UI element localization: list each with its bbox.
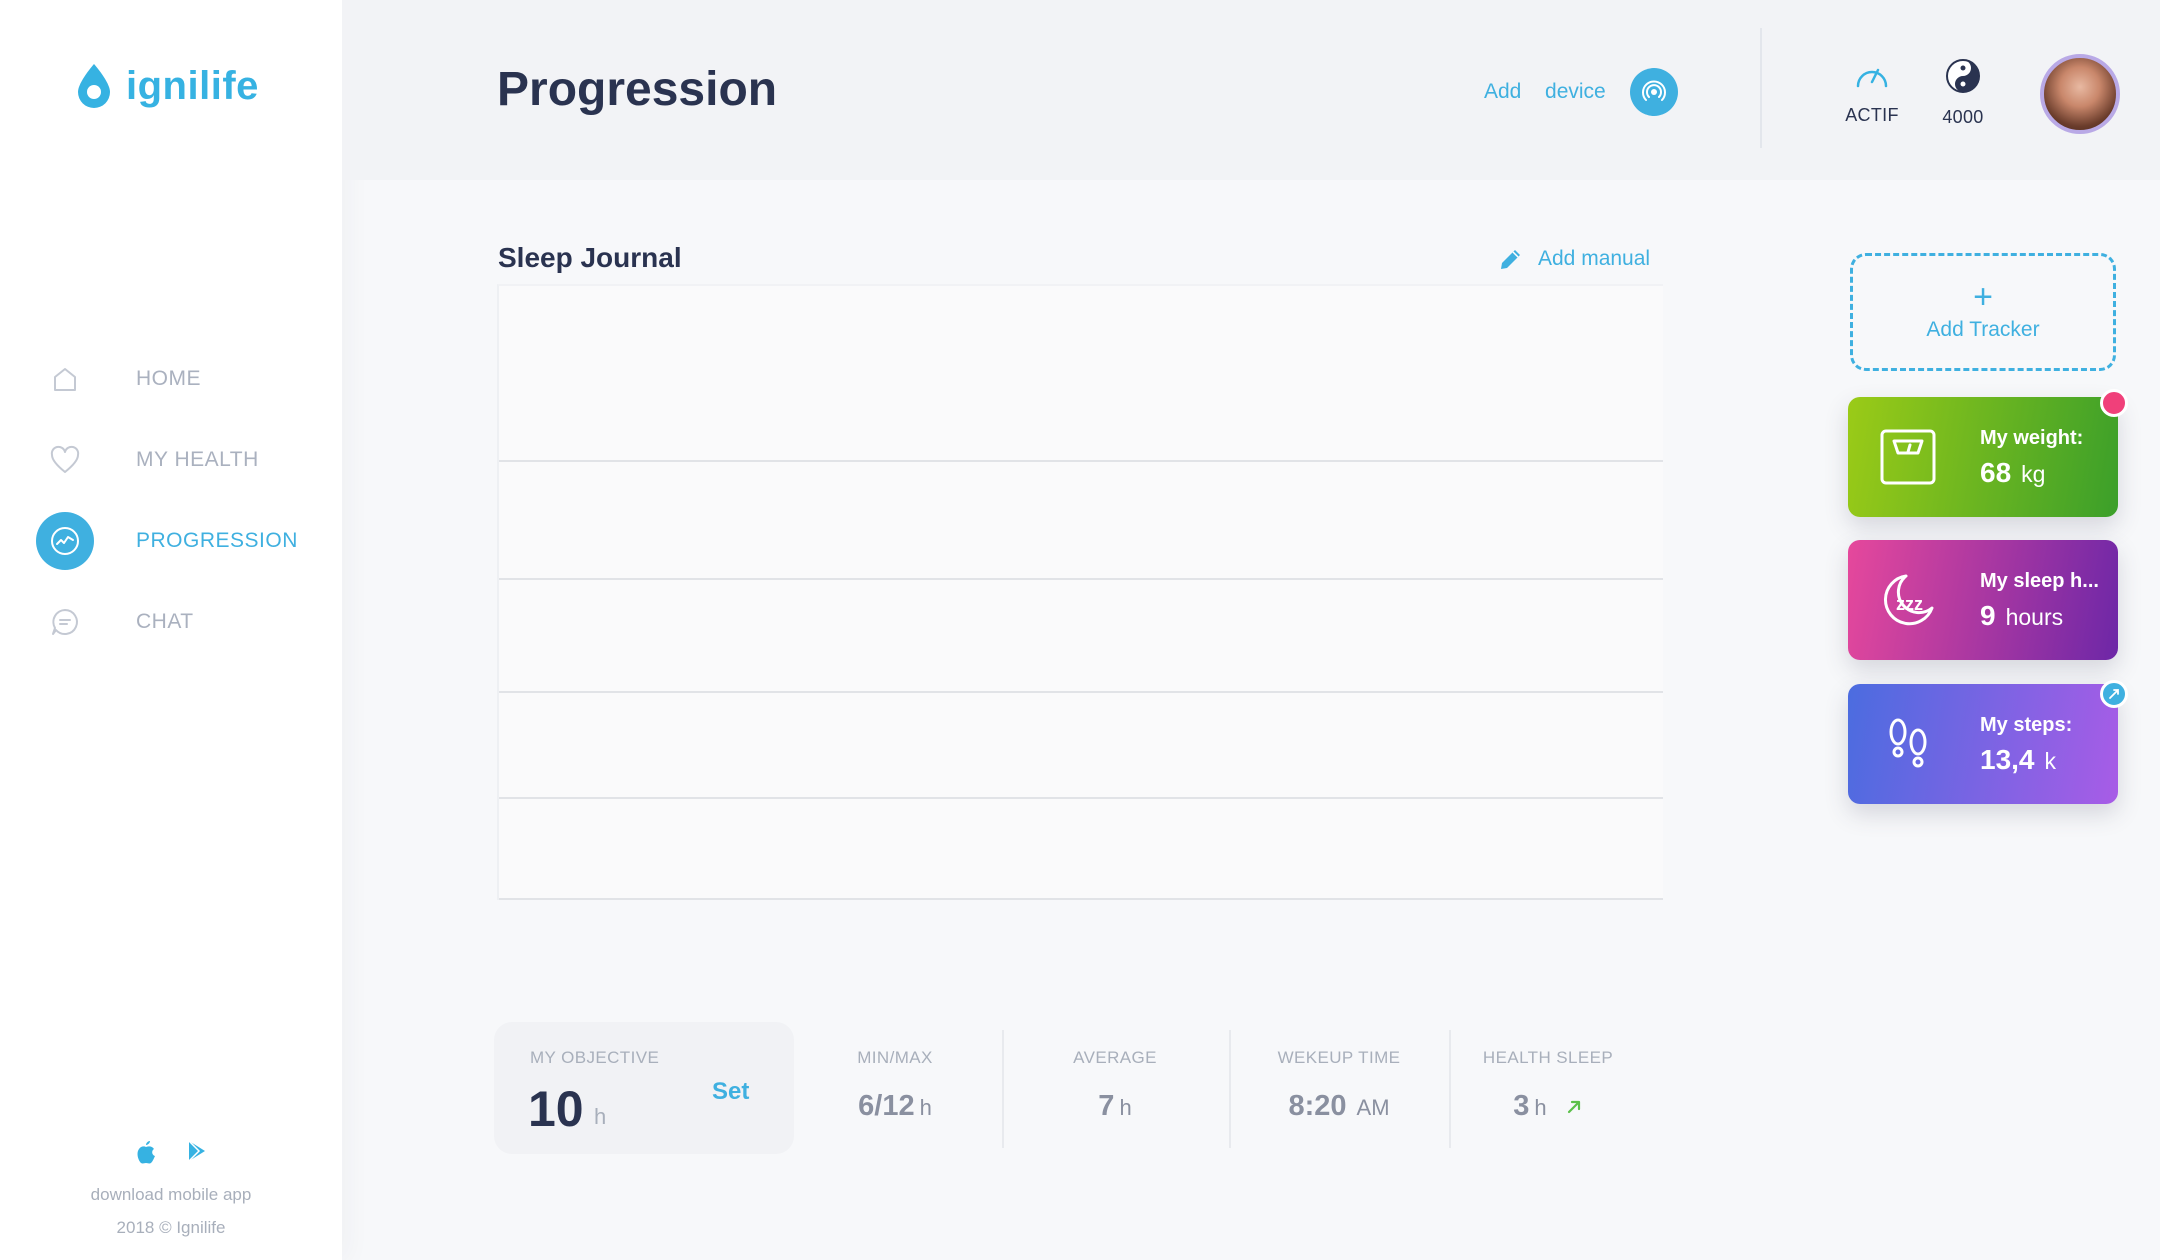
sidebar-item-progression[interactable]: PROGRESSION [36, 512, 298, 570]
sidebar-item-label: PROGRESSION [136, 529, 298, 552]
download-app-text[interactable]: download mobile app [0, 1178, 342, 1211]
header-divider [1760, 28, 1762, 148]
minmax-label: MIN/MAX [857, 1048, 933, 1067]
average-value: 7 [1098, 1090, 1115, 1122]
top-header: Progression Add device ACTIF 4000 [342, 0, 2160, 180]
add-manual-button[interactable]: Add manual [1498, 246, 1650, 272]
brand-name: ignilife [126, 63, 259, 108]
add-tracker-button[interactable]: + Add Tracker [1850, 253, 2116, 371]
google-play-icon[interactable] [187, 1140, 207, 1162]
notification-dot [2100, 389, 2128, 417]
steps-tracker-value: 13,4 [1980, 744, 2035, 775]
minmax-unit: h [919, 1095, 932, 1120]
page-title: Progression [497, 63, 778, 116]
sidebar-item-label: MY HEALTH [136, 448, 259, 471]
set-objective-button[interactable]: Set [712, 1078, 749, 1106]
progression-chart-icon [36, 512, 94, 570]
health-sleep-stat: HEALTH SLEEP 3h [1451, 1022, 1645, 1154]
scale-icon [1880, 429, 1936, 485]
main-nav: HOME MY HEALTH PROGRESSION CHAT [36, 350, 298, 674]
yin-yang-icon [1946, 59, 1980, 93]
chart-gridline [499, 578, 1663, 580]
drop-logo-icon [78, 64, 110, 108]
chat-bubble-icon [36, 593, 94, 651]
objective-label: MY OBJECTIVE [530, 1048, 660, 1067]
sleep-tracker-title: My sleep h... [1980, 570, 2099, 592]
chart-gridline [499, 797, 1663, 799]
sidebar-item-my-health[interactable]: MY HEALTH [36, 431, 298, 489]
svg-text:zzz: zzz [1896, 594, 1923, 614]
plus-icon: + [1973, 278, 1993, 316]
chart-gridline [499, 460, 1663, 462]
weight-tracker-value: 68 [1980, 457, 2012, 488]
brand-logo[interactable]: ignilife [74, 62, 259, 110]
objective-card: MY OBJECTIVE 10 h Set [494, 1022, 794, 1154]
objective-unit: h [594, 1104, 607, 1129]
objective-value: 10 [528, 1081, 584, 1137]
pencil-icon [1501, 250, 1520, 269]
home-icon [36, 350, 94, 408]
health-sleep-unit: h [1534, 1095, 1547, 1120]
add-device-button[interactable]: Add device [1484, 68, 1678, 116]
wakeup-stat: WEKEUP TIME 8:20 AM [1231, 1022, 1447, 1154]
weight-tracker-title: My weight: [1980, 427, 2084, 449]
sidebar-item-label: HOME [136, 367, 201, 390]
average-stat: AVERAGE 7h [1004, 1022, 1226, 1154]
wakeup-unit: AM [1356, 1095, 1390, 1120]
heart-icon [36, 431, 94, 489]
add-tracker-label: Add Tracker [1926, 318, 2040, 341]
sidebar: ignilife HOME MY HEALTH PROGRESSION CHAT [0, 0, 342, 1260]
trend-up-arrow-icon [1567, 1101, 1580, 1114]
sync-badge-icon [2100, 680, 2128, 708]
copyright-text: 2018 © Ignilife [116, 1218, 226, 1237]
moon-zzz-icon: zzz [1884, 574, 1934, 626]
chart-gridline [499, 898, 1663, 900]
store-links [0, 1140, 342, 1164]
average-label: AVERAGE [1073, 1048, 1157, 1067]
health-sleep-value: 3 [1513, 1090, 1530, 1122]
add-device-label: Add device [1484, 80, 1606, 103]
device-signal-icon[interactable] [1629, 68, 1678, 116]
sidebar-item-label: CHAT [136, 610, 194, 633]
minmax-stat: MIN/MAX 6/12 h [804, 1022, 986, 1154]
weight-tracker-card[interactable]: My weight: 68 kg [1848, 389, 2128, 517]
sleep-journal-title: Sleep Journal [498, 242, 682, 273]
add-manual-label: Add manual [1538, 247, 1651, 270]
avatar[interactable] [2040, 54, 2120, 134]
points-counter[interactable]: 4000 [1918, 58, 2008, 128]
wakeup-label: WEKEUP TIME [1277, 1048, 1401, 1067]
apple-icon[interactable] [135, 1140, 157, 1164]
sidebar-footer: download mobile app 2018 © Ignilife [0, 1140, 342, 1244]
sleep-tracker-card[interactable]: zzz My sleep h... 9 hours [1848, 540, 2118, 660]
steps-tracker-unit: k [2044, 748, 2057, 774]
sidebar-item-chat[interactable]: CHAT [36, 593, 298, 651]
activity-status-label: ACTIF [1845, 105, 1899, 125]
average-unit: h [1119, 1095, 1132, 1120]
sidebar-item-home[interactable]: HOME [36, 350, 298, 408]
sleep-journal-chart [497, 284, 1663, 900]
points-value: 4000 [1942, 107, 1984, 127]
health-sleep-label: HEALTH SLEEP [1482, 1048, 1614, 1067]
speedometer-icon [1856, 68, 1888, 88]
footprints-icon [1889, 718, 1927, 768]
steps-tracker-title: My steps: [1980, 714, 2073, 736]
sleep-tracker-value: 9 [1980, 600, 1996, 631]
wakeup-value: 8:20 [1288, 1090, 1347, 1122]
activity-status[interactable]: ACTIF [1827, 58, 1917, 126]
weight-tracker-unit: kg [2021, 461, 2046, 487]
steps-tracker-card[interactable]: My steps: 13,4 k [1848, 680, 2128, 804]
chart-gridline [499, 691, 1663, 693]
minmax-value: 6/12 [858, 1090, 915, 1122]
sleep-tracker-unit: hours [2005, 604, 2064, 630]
